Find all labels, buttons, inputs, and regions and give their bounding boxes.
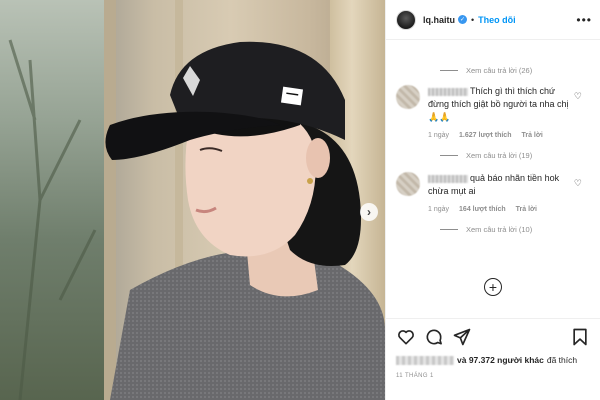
action-icons [396, 325, 590, 349]
likes-summary[interactable]: và 97.372 người khác đã thích [396, 355, 590, 365]
share-icon[interactable] [452, 327, 472, 347]
avatar[interactable] [396, 9, 416, 30]
person-illustration [8, 39, 385, 400]
likes-count: và 97.372 người khác [457, 355, 544, 365]
comment-icon[interactable] [424, 327, 444, 347]
carousel-next-button[interactable]: › [360, 203, 378, 221]
heart-icon[interactable]: ♡ [574, 178, 582, 189]
chevron-right-icon: › [367, 205, 371, 219]
commenter-name-blurred[interactable] [428, 87, 468, 96]
more-options-icon[interactable]: ••• [576, 13, 592, 27]
comment-body: quả báo nhãn tiền hok chừa mụt ai 1 ngày… [428, 172, 578, 213]
comments-list: Xem câu trả lời (26) Thích gì thì thích … [386, 40, 600, 318]
post-photo: › [0, 0, 385, 400]
comment-text-row: Thích gì thì thích chứ đừng thích giật b… [428, 85, 578, 124]
comment-meta: 1 ngày 164 lượt thích Trả lời [428, 206, 578, 213]
comment-text-row: quả báo nhãn tiền hok chừa mụt ai [428, 172, 578, 198]
view-replies-button[interactable]: Xem câu trả lời (10) [440, 225, 590, 234]
comment-item: Thích gì thì thích chứ đừng thích giật b… [396, 85, 590, 139]
comment-body: Thích gì thì thích chứ đừng thích giật b… [428, 85, 578, 139]
bookmark-icon[interactable] [570, 327, 590, 347]
view-replies-label: Xem câu trả lời (26) [466, 66, 533, 75]
comment-time: 1 ngày [428, 206, 450, 213]
likes-suffix: đã thích [546, 355, 578, 365]
commenter-avatar[interactable] [396, 85, 420, 109]
view-replies-label: Xem câu trả lời (19) [466, 151, 533, 160]
comment-time: 1 ngày [428, 132, 450, 139]
comment-likes[interactable]: 1.627 lượt thích [459, 132, 511, 139]
comment-likes[interactable]: 164 lượt thích [459, 206, 506, 213]
commenter-avatar[interactable] [396, 172, 420, 196]
post-sidebar: lq.haitu ✓ • Theo dõi ••• Xem câu trả lờ… [385, 0, 600, 400]
verified-icon: ✓ [458, 15, 467, 24]
divider-line [440, 229, 458, 230]
post-actions: và 97.372 người khác đã thích 11 THÁNG 1 [386, 318, 600, 400]
heart-icon[interactable] [396, 327, 416, 347]
view-replies-button[interactable]: Xem câu trả lời (26) [440, 66, 590, 75]
post-date: 11 THÁNG 1 [396, 373, 434, 379]
separator-dot: • [471, 14, 475, 25]
reply-button[interactable]: Trả lời [516, 206, 537, 213]
follow-button[interactable]: Theo dõi [478, 15, 516, 25]
comment-item: quả báo nhãn tiền hok chừa mụt ai 1 ngày… [396, 172, 590, 213]
username-link[interactable]: lq.haitu [423, 15, 455, 25]
view-replies-label: Xem câu trả lời (10) [466, 225, 533, 234]
add-comment-icon[interactable]: + [484, 278, 502, 296]
reply-button[interactable]: Trả lời [521, 132, 542, 139]
heart-icon[interactable]: ♡ [574, 91, 582, 102]
view-replies-button[interactable]: Xem câu trả lời (19) [440, 151, 590, 160]
liker-names-blurred [396, 355, 454, 365]
divider-line [440, 70, 458, 71]
comment-meta: 1 ngày 1.627 lượt thích Trả lời [428, 132, 578, 139]
commenter-name-blurred[interactable] [428, 174, 468, 183]
post-header: lq.haitu ✓ • Theo dõi ••• [386, 0, 600, 40]
divider-line [440, 155, 458, 156]
